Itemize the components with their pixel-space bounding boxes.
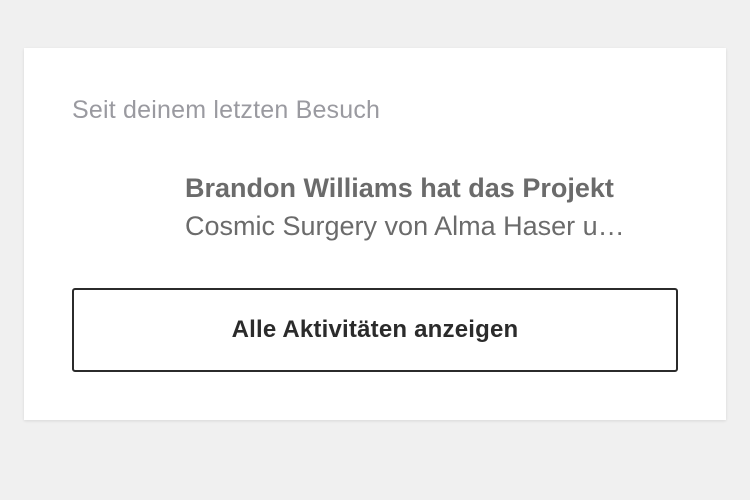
recent-activity-card: Seit deinem letzten Besuch Brandon Willi… [24,48,726,420]
activity-thumbnail [72,172,168,244]
activity-title: Brandon Williams hat das Projekt [185,173,614,203]
show-all-activities-label: Alle Aktivitäten anzeigen [231,316,519,343]
show-all-activities-button[interactable]: Alle Aktivitäten anzeigen [72,288,678,372]
activity-text: Brandon Williams hat das Projekt Cosmic … [185,170,675,246]
section-label: Seit deinem letzten Besuch [72,96,381,124]
activity-item[interactable]: Brandon Williams hat das Projekt Cosmic … [72,170,682,250]
activity-subtitle: Cosmic Surgery von Alma Haser u… [185,211,625,241]
